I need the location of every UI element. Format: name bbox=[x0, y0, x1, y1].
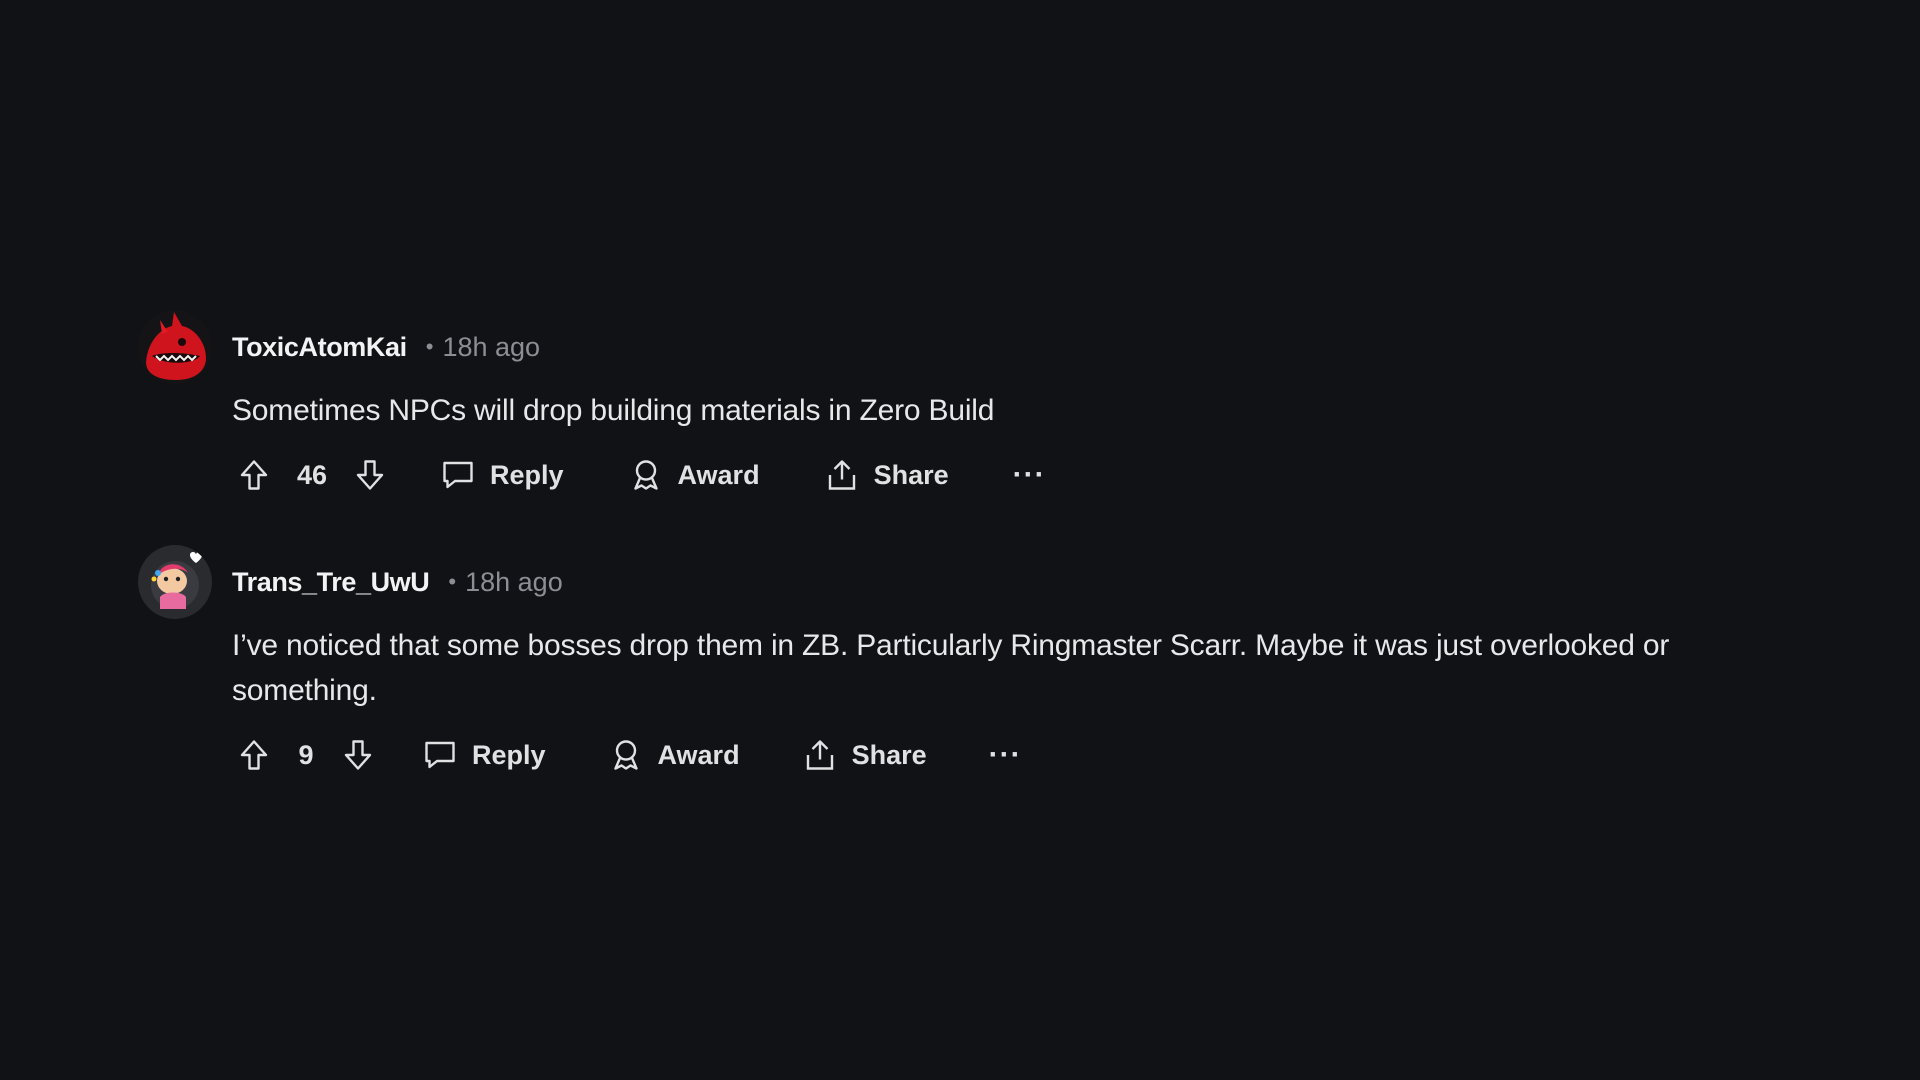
more-options-icon[interactable]: ··· bbox=[989, 738, 1022, 772]
downvote-button[interactable] bbox=[348, 453, 392, 497]
award-ribbon-icon bbox=[613, 740, 638, 770]
award-ribbon-icon bbox=[633, 460, 658, 490]
speech-bubble-icon bbox=[425, 741, 455, 769]
upvote-arrow-icon bbox=[240, 740, 268, 770]
reply-button[interactable]: Reply bbox=[422, 737, 546, 773]
comment: ToxicAtomKai • 18h ago Sometimes NPCs wi… bbox=[132, 310, 1812, 505]
share-label: Share bbox=[851, 739, 927, 770]
author-name[interactable]: ToxicAtomKai bbox=[232, 332, 407, 363]
comment-body: Sometimes NPCs will drop building materi… bbox=[232, 394, 995, 427]
share-button[interactable]: Share bbox=[824, 457, 949, 493]
user-avatar[interactable] bbox=[138, 310, 212, 384]
award-button[interactable]: Award bbox=[628, 457, 760, 493]
share-upload-icon bbox=[806, 740, 833, 770]
comment-body: I’ve noticed that some bosses drop them … bbox=[232, 629, 1670, 707]
reply-button[interactable]: Reply bbox=[440, 457, 564, 493]
timestamp[interactable]: 18h ago bbox=[442, 332, 540, 363]
award-label: Award bbox=[657, 739, 740, 770]
vote-count: 9 bbox=[298, 739, 314, 770]
upvote-button[interactable] bbox=[232, 733, 276, 777]
comment-thread: ToxicAtomKai • 18h ago Sometimes NPCs wi… bbox=[132, 310, 1812, 785]
upvote-button[interactable] bbox=[232, 453, 276, 497]
speech-bubble-icon bbox=[443, 461, 473, 489]
comment-meta: Trans_Tre_UwU • 18h ago bbox=[232, 545, 1812, 619]
comment-actions: 9 Reply Award Share ··· bbox=[232, 725, 1812, 785]
more-options-icon[interactable]: ··· bbox=[1013, 458, 1046, 492]
separator-dot: • bbox=[425, 334, 434, 359]
award-label: Award bbox=[677, 459, 760, 490]
comment: Trans_Tre_UwU • 18h ago I’ve noticed tha… bbox=[132, 545, 1812, 785]
reply-label: Reply bbox=[472, 739, 546, 770]
downvote-arrow-icon bbox=[356, 460, 384, 490]
comment-meta: ToxicAtomKai • 18h ago bbox=[232, 310, 1812, 384]
downvote-arrow-icon bbox=[344, 740, 372, 770]
comment-actions: 46 Reply Award Share ··· bbox=[232, 445, 1812, 505]
timestamp[interactable]: 18h ago bbox=[465, 567, 563, 598]
vote-count: 46 bbox=[296, 459, 328, 490]
share-label: Share bbox=[873, 459, 949, 490]
upvote-arrow-icon bbox=[240, 460, 268, 490]
author-name[interactable]: Trans_Tre_UwU bbox=[232, 567, 430, 598]
share-button[interactable]: Share bbox=[802, 737, 927, 773]
red-creature-avatar-icon bbox=[138, 310, 212, 384]
downvote-button[interactable] bbox=[336, 733, 380, 777]
separator-dot: • bbox=[448, 569, 457, 594]
user-avatar[interactable] bbox=[138, 545, 212, 619]
snoo-avatar-icon bbox=[138, 545, 212, 619]
share-upload-icon bbox=[828, 460, 855, 490]
award-button[interactable]: Award bbox=[608, 737, 740, 773]
reply-label: Reply bbox=[490, 459, 564, 490]
